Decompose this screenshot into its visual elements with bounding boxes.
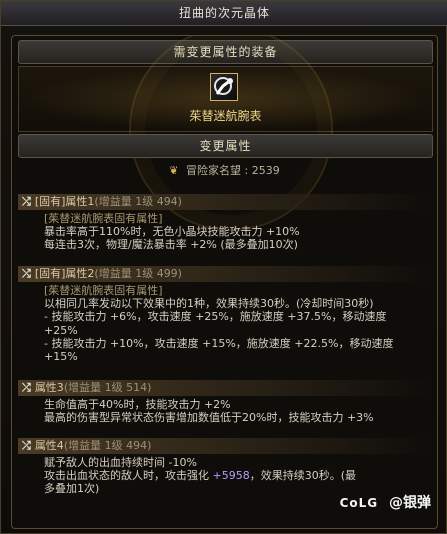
item-name: 茱替迷航腕表 <box>189 109 262 123</box>
watermark-brand: CoLG <box>339 496 379 510</box>
attribute-header[interactable]: ⤮ 属性3(增益量 1级 514) <box>18 380 431 396</box>
attribute-title: [固有]属性2 <box>34 267 95 280</box>
attribute-tier: (增益量 1级 494) <box>63 439 152 452</box>
attribute-tier: (增益量 1级 514) <box>63 381 152 394</box>
attribute-line: 以相同几率发动以下效果中的1种，效果持续30秒。(冷却时间30秒) <box>44 297 374 311</box>
dialog-body: 需变更属性的装备 茱替迷航腕表 变更属性 ❦ 冒险家名望 : 2539 ⤮ [固有… <box>11 35 438 529</box>
attribute-title: 属性4 <box>34 439 64 452</box>
attribute-line: +25% <box>44 323 78 337</box>
attribute-tier: (增益量 1级 494) <box>94 195 182 208</box>
attribute-block: ⤮ [固有]属性2(增益量 1级 499) [茱替迷航腕表固有属性] 以相同几率发动以… <box>18 266 431 363</box>
attribute-line: 赋予敌人的出血持续时间 -10% <box>44 456 197 469</box>
attribute-lines: 赋予敌人的出血持续时间 -10% 攻击出血状态的敌人时，攻击强化 +5958，效果… <box>18 454 431 496</box>
attribute-line: 攻击出血状态的敌人时，攻击强化 +5958，效果持续30秒。(最 <box>44 469 357 483</box>
attribute-lines: [茱替迷航腕表固有属性] 暴击率高于110%时，无色小晶块技能攻击力 +10% 每连… <box>18 210 431 252</box>
attribute-line: 生命值高于40%时，技能攻击力 +2% <box>44 398 231 411</box>
shuffle-icon[interactable]: ⤮ <box>22 195 31 208</box>
dialog-window: 扭曲的次元晶体 需变更属性的装备 茱替迷航腕表 变更属性 ❦ 冒险家名望 : 2… <box>0 0 447 534</box>
shuffle-icon[interactable]: ⤮ <box>22 267 31 280</box>
attribute-line: 暴击率高于110%时，无色小晶块技能攻击力 +10% <box>44 225 300 239</box>
attribute-line: +15% <box>44 350 78 364</box>
attribute-line: - 技能攻击力 +6%，攻击速度 +25%，施放速度 +37.5%，移动速度 <box>44 310 387 324</box>
watermark-author: @银弹 <box>389 495 431 511</box>
attribute-line: [茱替迷航腕表固有属性] <box>44 212 163 225</box>
attribute-line: 最高的伤害型异常状态伤害增加数值低于20%时，技能攻击力 +3% <box>44 411 374 425</box>
attribute-lines: [茱替迷航腕表固有属性] 以相同几率发动以下效果中的1种，效果持续30秒。(冷却时… <box>18 282 431 363</box>
attribute-line: 每连击3次，物理/魔法暴击率 +2% (最多叠加10次) <box>44 238 298 252</box>
attribute-header[interactable]: ⤮ 属性4(增益量 1级 494) <box>18 438 431 454</box>
attribute-title: [固有]属性1 <box>34 195 95 208</box>
watch-icon[interactable] <box>210 73 238 101</box>
change-section-header: 变更属性 <box>18 134 433 158</box>
attribute-title: 属性3 <box>34 381 64 394</box>
shuffle-icon[interactable]: ⤮ <box>22 439 31 452</box>
attribute-line: - 技能攻击力 +10%，攻击速度 +15%，施放速度 +22.5%，移动速度 <box>44 336 394 350</box>
equip-panel: 茱替迷航腕表 <box>18 36 433 231</box>
window-title: 扭曲的次元晶体 <box>1 1 447 26</box>
fame-row: ❦ 冒险家名望 : 2539 <box>12 162 437 178</box>
watermark: CoLG @银弹 <box>340 492 431 512</box>
attribute-tier: (增益量 1级 499) <box>94 267 182 280</box>
attribute-header[interactable]: ⤮ [固有]属性2(增益量 1级 499) <box>18 266 431 282</box>
attribute-block: ⤮ 属性4(增益量 1级 494) 赋予敌人的出血持续时间 -10% 攻击出血状态的敌… <box>18 438 431 496</box>
shuffle-icon[interactable]: ⤮ <box>22 381 31 394</box>
fame-label: 冒险家名望 : 2539 <box>186 164 280 177</box>
attribute-block: ⤮ [固有]属性1(增益量 1级 494) [茱替迷航腕表固有属性] 暴击率高于110… <box>18 194 431 252</box>
attribute-block: ⤮ 属性3(增益量 1级 514) 生命值高于40%时，技能攻击力 +2% 最高的伤害… <box>18 380 431 424</box>
highlight-value: +5958 <box>212 469 250 483</box>
fame-crest-icon: ❦ <box>169 164 179 177</box>
attribute-line: [茱替迷航腕表固有属性] <box>44 284 163 297</box>
attribute-lines: 生命值高于40%时，技能攻击力 +2% 最高的伤害型异常状态伤害增加数值低于20%… <box>18 396 431 424</box>
attribute-header[interactable]: ⤮ [固有]属性1(增益量 1级 494) <box>18 194 431 210</box>
